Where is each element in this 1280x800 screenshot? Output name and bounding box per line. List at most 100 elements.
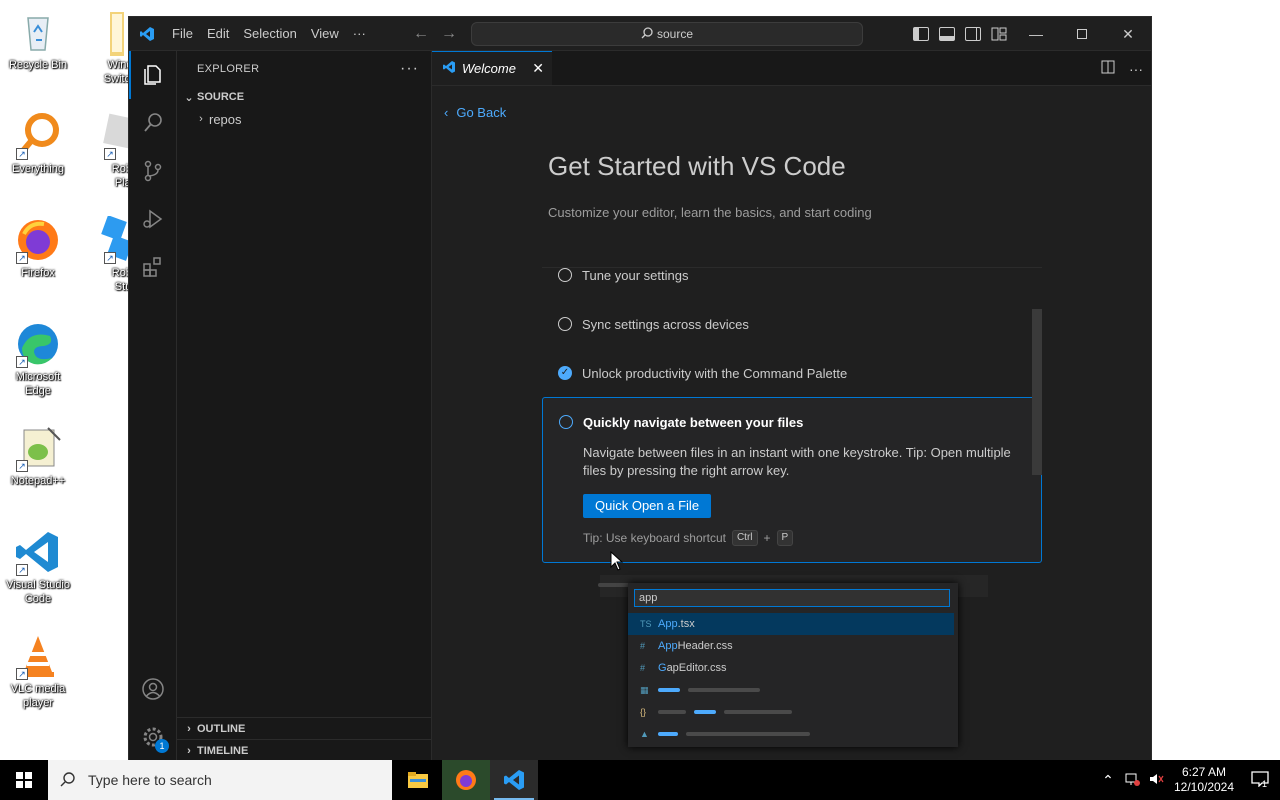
tab-label: Welcome <box>462 61 516 76</box>
firefox-icon <box>456 770 476 790</box>
roblox-icon: ↗ <box>84 112 135 160</box>
quick-open-result: # AppHeader.css <box>628 635 954 657</box>
match-text: App <box>658 640 678 652</box>
customize-layout-icon[interactable] <box>991 27 1007 41</box>
skeleton-bar <box>658 710 686 714</box>
desktop-icon-vscode[interactable]: ↗ Visual Studio Code <box>0 528 76 606</box>
clock-date: 12/10/2024 <box>1173 780 1235 794</box>
network-icon[interactable] <box>1120 772 1144 789</box>
step-tune-settings[interactable]: Tune your settings <box>542 267 1032 295</box>
source-control-icon[interactable] <box>129 147 177 195</box>
outline-label: OUTLINE <box>197 722 246 735</box>
shortcut-arrow-icon: ↗ <box>104 148 116 160</box>
run-debug-icon[interactable] <box>129 195 177 243</box>
menu-selection[interactable]: Selection <box>236 17 303 51</box>
recycle-bin-icon <box>14 8 62 56</box>
skeleton-row: {} <box>628 701 954 723</box>
menu-edit[interactable]: Edit <box>200 17 236 51</box>
desktop-icon-edge[interactable]: ↗ Microsoft Edge <box>0 320 76 398</box>
step-quick-open-expanded[interactable]: Quickly navigate between your files Navi… <box>542 397 1042 563</box>
search-icon[interactable] <box>129 99 177 147</box>
command-center-label: source <box>656 27 694 41</box>
editor-area: Welcome ✕ ··· ‹ Go Back Get Started with… <box>432 51 1151 761</box>
skeleton-bar <box>686 732 810 736</box>
step-title: Quickly navigate between your files <box>583 415 804 430</box>
extensions-icon[interactable] <box>129 243 177 291</box>
mouse-cursor-icon <box>610 550 624 574</box>
quick-open-result: # GapEditor.css <box>628 657 954 679</box>
shortcut-arrow-icon: ↗ <box>16 668 28 680</box>
split-editor-icon[interactable] <box>1101 60 1115 77</box>
desktop-icon-notepadpp[interactable]: ↗ Notepad++ <box>0 424 76 488</box>
desktop-icon-recycle-bin[interactable]: Recycle Bin <box>0 8 76 72</box>
desktop-icon-label: Microsoft Edge <box>15 371 61 397</box>
shortcut-arrow-icon: ↗ <box>16 252 28 264</box>
vlc-icon: ↗ <box>14 632 62 680</box>
toggle-panel-icon[interactable] <box>939 27 955 41</box>
quick-open-result: TS App.tsx <box>628 613 954 635</box>
explorer-icon[interactable] <box>129 51 177 99</box>
desktop-icon-everything[interactable]: ↗ Everything <box>0 112 76 176</box>
windows-start-icon[interactable] <box>0 760 48 800</box>
rest-text: .tsx <box>677 618 695 630</box>
typescript-file-icon: TS <box>640 619 652 629</box>
desktop-icon-vlc[interactable]: ↗ VLC media player <box>0 632 76 710</box>
command-center[interactable]: source <box>471 22 863 46</box>
close-tab-icon[interactable]: ✕ <box>532 60 544 77</box>
taskbar-vscode[interactable] <box>490 760 538 800</box>
scrollbar[interactable] <box>1032 309 1042 475</box>
minimize-icon[interactable]: — <box>1013 17 1059 51</box>
explorer-root-folder[interactable]: ⌄ SOURCE <box>177 86 431 108</box>
desktop-icon-firefox[interactable]: ↗ Firefox <box>0 216 76 280</box>
accounts-icon[interactable] <box>129 665 177 713</box>
menu-file[interactable]: File <box>165 17 200 51</box>
manage-gear-icon[interactable]: 1 <box>129 713 177 761</box>
step-sync-settings[interactable]: Sync settings across devices <box>542 304 1032 344</box>
tab-welcome[interactable]: Welcome ✕ <box>432 51 552 85</box>
taskbar-search-box[interactable]: Type here to search <box>48 760 392 800</box>
menu-view[interactable]: View <box>304 17 346 51</box>
chevron-up-icon[interactable]: ⌃ <box>1096 772 1120 789</box>
timeline-section[interactable]: › TIMELINE <box>177 739 431 761</box>
close-icon[interactable]: ✕ <box>1105 17 1151 51</box>
skeleton-row: ▦ <box>628 679 954 701</box>
step-command-palette[interactable]: ✓ Unlock productivity with the Command P… <box>542 353 1032 393</box>
taskbar: Type here to search ⌃ 6:27 AM 12/10/2024… <box>0 760 1280 800</box>
file-icon: ▦ <box>640 684 649 695</box>
more-actions-icon[interactable]: ··· <box>1129 61 1143 77</box>
page-subtitle: Customize your editor, learn the basics,… <box>548 205 872 220</box>
vscode-icon: ↗ <box>14 528 62 576</box>
clock[interactable]: 6:27 AM 12/10/2024 <box>1168 765 1240 795</box>
search-placeholder: Type here to search <box>88 772 212 788</box>
explorer-sidebar: EXPLORER ··· ⌄ SOURCE › repos › OUTLINE … <box>177 51 432 761</box>
volume-icon[interactable] <box>1144 772 1168 789</box>
tree-item-repos[interactable]: › repos <box>177 108 431 130</box>
edge-icon: ↗ <box>14 320 62 368</box>
taskbar-firefox[interactable] <box>442 760 490 800</box>
desktop-icon-label: Everything <box>12 163 64 175</box>
outline-section[interactable]: › OUTLINE <box>177 717 431 739</box>
notification-badge: 1 <box>155 739 169 753</box>
roblox-studio-icon: ↗ <box>84 215 133 264</box>
desktop-icon-label: Notepad++ <box>10 475 66 487</box>
taskbar-file-explorer[interactable] <box>394 760 442 800</box>
quick-open-button[interactable]: Quick Open a File <box>583 494 712 518</box>
chevron-right-icon: › <box>187 722 191 735</box>
shortcut-arrow-icon: ↗ <box>16 148 28 160</box>
shortcut-arrow-icon: ↗ <box>16 356 28 368</box>
skeleton-bar <box>658 688 680 692</box>
walkthrough-steps: Tune your settings Sync settings across … <box>542 267 1042 567</box>
menu-more[interactable]: ··· <box>346 17 373 51</box>
toggle-secondary-sidebar-icon[interactable] <box>965 27 981 41</box>
back-arrow-icon[interactable]: ← <box>413 25 429 43</box>
toggle-primary-sidebar-icon[interactable] <box>913 27 929 41</box>
more-actions-icon[interactable]: ··· <box>400 60 419 78</box>
quick-open-input: app <box>634 589 950 607</box>
system-tray: ⌃ 6:27 AM 12/10/2024 1 <box>1096 760 1280 800</box>
notification-center-icon[interactable]: 1 <box>1240 770 1280 790</box>
forward-arrow-icon[interactable]: → <box>441 25 457 43</box>
step-description: Navigate between files in an instant wit… <box>583 445 1011 478</box>
vscode-logo-icon <box>129 17 165 51</box>
maximize-icon[interactable] <box>1059 17 1105 51</box>
go-back-link[interactable]: ‹ Go Back <box>444 105 506 120</box>
